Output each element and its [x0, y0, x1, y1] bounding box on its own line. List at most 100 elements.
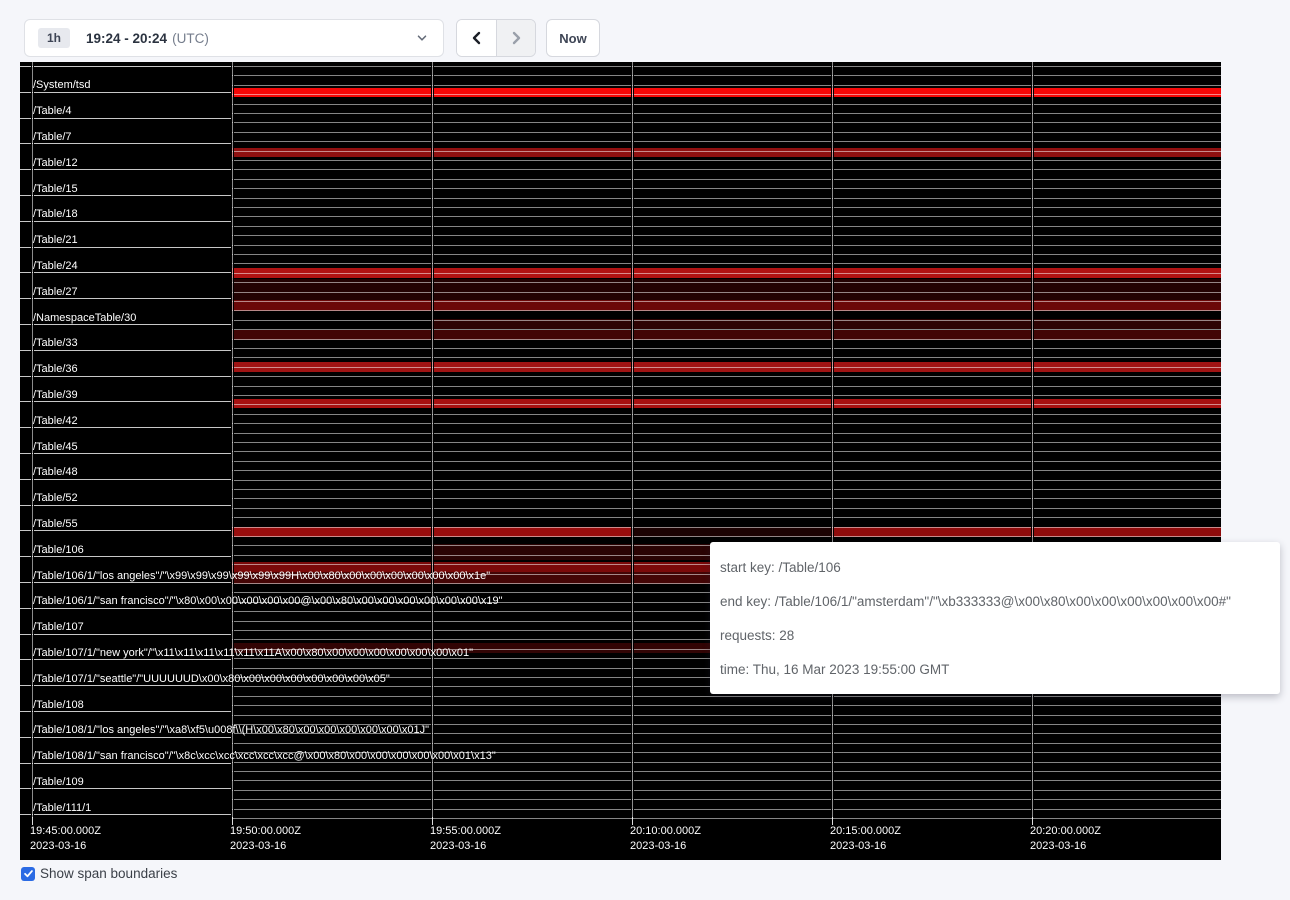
row-label: /Table/107/1/"seattle"/"UUUUUUD\x00\x80\…: [33, 673, 390, 686]
time-axis-label-time: 20:10:00.000Z: [630, 824, 701, 839]
heat-band[interactable]: [232, 148, 1221, 157]
row-label: /Table/36: [33, 363, 78, 376]
span-boundary-line: [232, 169, 1221, 170]
row-label: /Table/109: [33, 776, 84, 789]
span-boundary-line: [232, 470, 1221, 471]
time-axis-label-date: 2023-03-16: [230, 839, 301, 854]
row-label: /Table/48: [33, 466, 78, 479]
time-axis-label: 19:45:00.000Z2023-03-16: [30, 824, 101, 854]
span-boundary-line: [232, 141, 1221, 142]
row-label: /Table/108/1/"san francisco"/"\x8c\xcc\x…: [33, 750, 496, 763]
key-visualizer-page: 1h 19:24 - 20:24 (UTC) Now /System/t: [0, 0, 1290, 900]
span-boundary-line: [232, 245, 1221, 246]
span-boundary-line: [232, 179, 1221, 180]
span-boundary-line: [232, 376, 1221, 377]
span-boundary-line: [232, 104, 1221, 105]
chevron-right-icon: [508, 30, 524, 46]
tooltip-time: time: Thu, 16 Mar 2023 19:55:00 GMT: [720, 657, 1270, 691]
span-boundary-line: [232, 536, 1221, 537]
span-boundary-line: [232, 226, 1221, 227]
row-label: /Table/108/1/"los angeles"/"\xa8\xf5\u00…: [33, 724, 429, 737]
key-visualizer-canvas[interactable]: /System/tsd/Table/4/Table/7/Table/12/Tab…: [20, 62, 1221, 860]
span-boundary-line: [232, 151, 1221, 152]
row-label: /Table/12: [33, 157, 78, 170]
row-label: /Table/45: [33, 441, 78, 454]
span-boundary-line: [232, 451, 1221, 452]
row-label: /Table/24: [33, 260, 78, 273]
checkmark-icon: [23, 868, 34, 879]
row-label: /Table/27: [33, 286, 78, 299]
row-label: /Table/55: [33, 518, 78, 531]
time-axis-label-time: 20:15:00.000Z: [830, 824, 901, 839]
span-boundary-line: [232, 263, 1221, 264]
span-boundary-line: [232, 771, 1221, 772]
time-axis-label-date: 2023-03-16: [430, 839, 501, 854]
span-boundary-line: [232, 498, 1221, 499]
show-span-boundaries-label: Show span boundaries: [40, 866, 177, 881]
now-button[interactable]: Now: [546, 19, 600, 57]
span-boundary-line: [232, 799, 1221, 800]
time-axis-label-time: 19:50:00.000Z: [230, 824, 301, 839]
heat-band[interactable]: [232, 88, 1221, 97]
span-boundary-line: [232, 433, 1221, 434]
show-span-boundaries-checkbox[interactable]: [21, 867, 35, 881]
row-label: /Table/111/1: [33, 802, 91, 815]
row-label: /Table/106/1/"los angeles"/"\x99\x99\x99…: [33, 570, 490, 583]
time-axis-label-date: 2023-03-16: [1030, 839, 1101, 854]
row-label: /Table/107: [33, 621, 84, 634]
span-boundary-line: [232, 367, 1221, 368]
time-range-label: 19:24 - 20:24: [86, 31, 167, 46]
span-boundary-line: [232, 273, 1221, 274]
span-boundary-line: [232, 790, 1221, 791]
time-axis-label-date: 2023-03-16: [830, 839, 901, 854]
span-boundary-line: [232, 75, 1221, 76]
span-boundary-line: [232, 122, 1221, 123]
span-boundary-line: [232, 527, 1221, 528]
span-boundary-line: [232, 715, 1221, 716]
row-label: /Table/7: [33, 131, 72, 144]
time-range-selector[interactable]: 1h 19:24 - 20:24 (UTC): [24, 19, 444, 57]
span-boundaries-control: Show span boundaries: [21, 866, 177, 881]
row-label: /Table/42: [33, 415, 78, 428]
duration-badge: 1h: [38, 28, 70, 48]
span-boundary-line: [232, 809, 1221, 810]
chevron-left-icon: [469, 30, 485, 46]
span-boundary-line: [232, 66, 1221, 67]
time-gridline: [431, 62, 434, 818]
span-boundary-line: [232, 442, 1221, 443]
span-boundary-line: [232, 423, 1221, 424]
row-label: /Table/52: [33, 492, 78, 505]
toolbar: 1h 19:24 - 20:24 (UTC) Now: [0, 0, 1290, 62]
prev-interval-button[interactable]: [457, 20, 496, 56]
row-label: /Table/107/1/"new york"/"\x11\x11\x11\x1…: [33, 647, 473, 660]
span-boundary-line: [232, 198, 1221, 199]
span-boundary-line: [232, 320, 1221, 321]
chevron-down-icon: [415, 31, 429, 45]
span-boundary-line: [232, 386, 1221, 387]
time-gridline: [1031, 62, 1034, 818]
span-boundary-line: [232, 132, 1221, 133]
span-boundary-line: [232, 696, 1221, 697]
span-boundary-line: [232, 517, 1221, 518]
row-label: /System/tsd: [33, 79, 90, 92]
span-boundary-line: [232, 301, 1221, 302]
span-boundary-line: [232, 282, 1221, 283]
span-boundary-line: [20, 66, 232, 67]
row-label: /Table/15: [33, 183, 78, 196]
row-label: /Table/33: [33, 337, 78, 350]
span-boundary-line: [232, 310, 1221, 311]
time-gridline: [231, 62, 234, 818]
span-boundary-line: [232, 395, 1221, 396]
span-boundary-line: [232, 780, 1221, 781]
span-boundary-line: [232, 414, 1221, 415]
next-interval-button[interactable]: [496, 20, 535, 56]
span-boundary-line: [232, 85, 1221, 86]
tooltip-end-key: end key: /Table/106/1/"amsterdam"/"\xb33…: [720, 589, 1270, 623]
span-boundary-line: [232, 160, 1221, 161]
span-boundary-line: [232, 480, 1221, 481]
time-axis-label: 20:10:00.000Z2023-03-16: [630, 824, 701, 854]
time-nav-group: [456, 19, 536, 57]
time-axis-label-time: 19:45:00.000Z: [30, 824, 101, 839]
span-boundary-line: [232, 235, 1221, 236]
span-boundary-line: [232, 404, 1221, 405]
